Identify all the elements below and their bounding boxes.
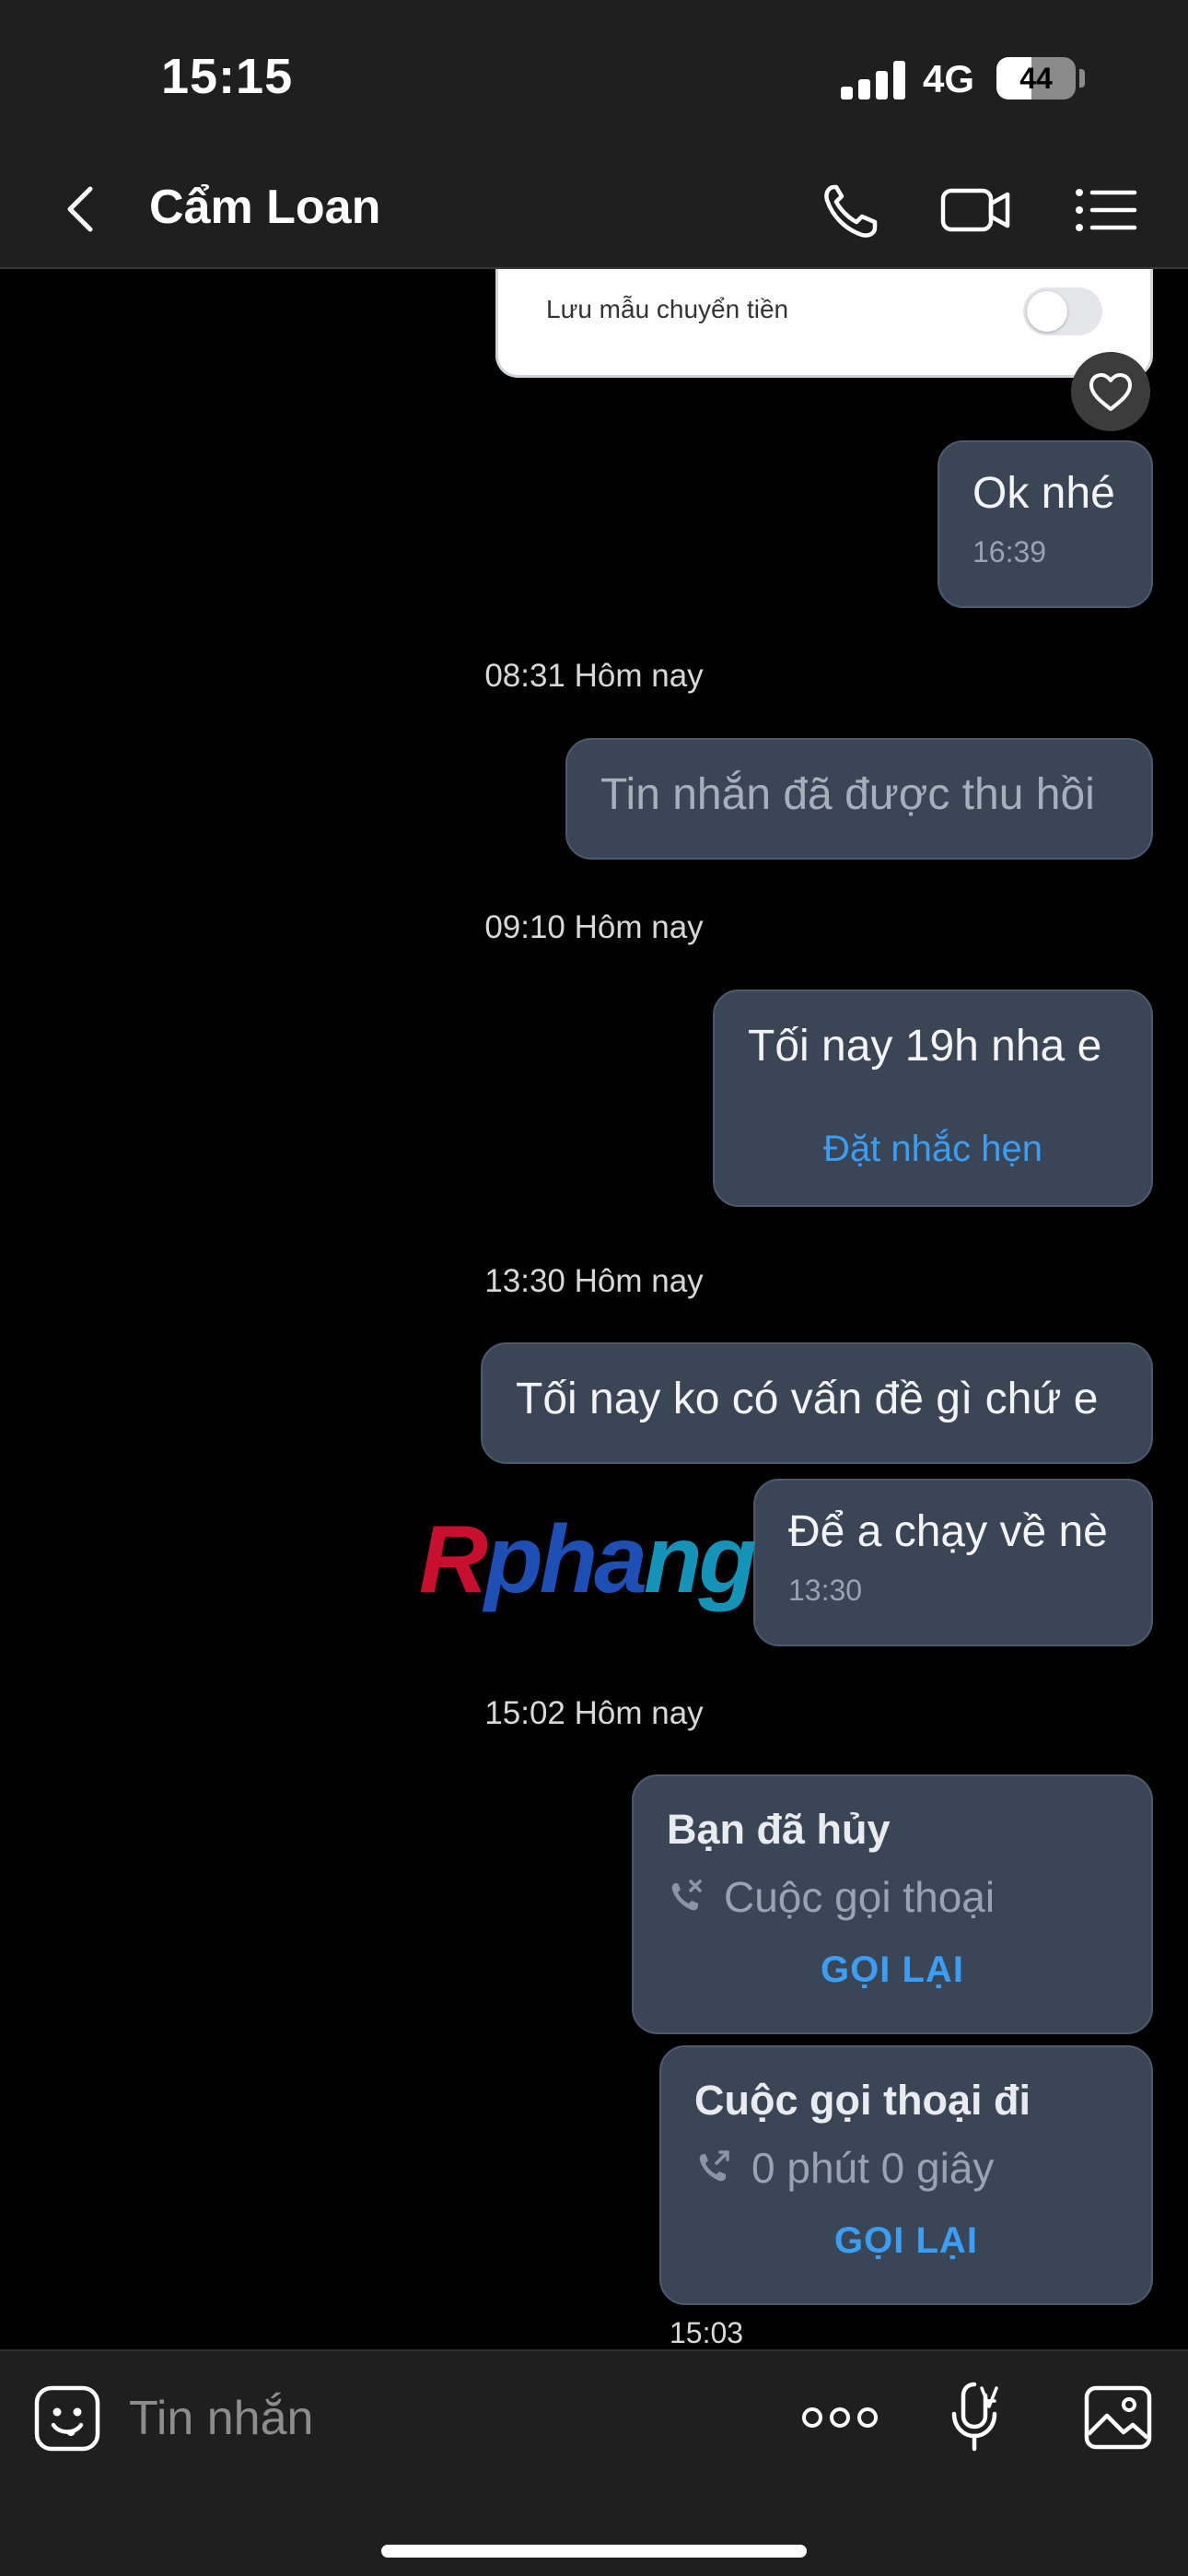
- image-icon[interactable]: [1083, 2383, 1153, 2453]
- outgoing-call-card[interactable]: Cuộc gọi thoại đi 0 phút 0 giây GỌI LẠI: [659, 2045, 1153, 2305]
- set-reminder-link[interactable]: Đặt nhắc hẹn: [748, 1129, 1118, 1170]
- date-separator: 09:10 Hôm nay: [484, 909, 704, 945]
- transfer-card: Lưu mẫu chuyển tiền: [495, 269, 1153, 378]
- more-icon[interactable]: [801, 2399, 879, 2436]
- date-separator: 15:02 Hôm nay: [484, 1695, 704, 1731]
- network-type: 4G: [923, 57, 975, 100]
- call-type-text: Cuộc gọi thoại: [724, 1873, 996, 1921]
- toggle-knob: [1027, 291, 1067, 332]
- status-time: 15:15: [161, 49, 294, 104]
- recalled-message-bubble[interactable]: Tin nhắn đã được thu hồi: [565, 738, 1153, 860]
- phone-icon[interactable]: [814, 180, 888, 240]
- menu-list-icon[interactable]: [1070, 180, 1144, 240]
- watermark-logo: Rphang: [419, 1505, 757, 1615]
- save-template-toggle[interactable]: [1023, 287, 1102, 335]
- home-indicator[interactable]: [381, 2545, 807, 2558]
- signal-strength-icon: [841, 61, 905, 100]
- chat-messages[interactable]: Lưu mẫu chuyển tiền Ok nhé 16:39 08:31 H…: [0, 269, 1188, 2349]
- message-bubble[interactable]: Để a chạy về nè 13:30: [753, 1479, 1153, 1646]
- battery-icon: 44: [996, 57, 1076, 100]
- cancelled-call-card[interactable]: Bạn đã hủy Cuộc gọi thoại GỌI LẠI: [632, 1774, 1153, 2034]
- message-time: 13:30: [788, 1574, 863, 1607]
- date-separator: 13:30 Hôm nay: [484, 1263, 704, 1299]
- emoji-icon[interactable]: [33, 2384, 101, 2453]
- message-text: Tối nay ko có vấn đề gì chứ e: [516, 1375, 1099, 1423]
- call-back-button[interactable]: GỌI LẠI: [694, 2220, 1118, 2262]
- message-bubble[interactable]: Ok nhé 16:39: [938, 440, 1153, 608]
- call-duration-text: 0 phút 0 giây: [751, 2144, 995, 2192]
- chat-header: Cẩm Loan: [0, 152, 1188, 269]
- video-call-icon[interactable]: [939, 180, 1013, 240]
- date-separator: 08:31 Hôm nay: [484, 658, 704, 694]
- battery-tip: [1079, 69, 1085, 88]
- watermark-part: pha: [484, 1506, 647, 1613]
- back-icon[interactable]: [53, 180, 109, 239]
- call-time: 15:03: [670, 2316, 744, 2349]
- message-input-bar: [0, 2349, 1188, 2576]
- call-subtitle: 0 phút 0 giây: [694, 2143, 1118, 2193]
- heart-reaction-icon[interactable]: [1071, 352, 1150, 431]
- message-text: Để a chạy về nè: [788, 1507, 1108, 1556]
- watermark-part: R: [419, 1506, 488, 1613]
- message-bubble[interactable]: Tối nay 19h nha e Đặt nhắc hẹn: [713, 989, 1153, 1207]
- call-title: Cuộc gọi thoại đi: [694, 2077, 1031, 2124]
- message-bubble[interactable]: Tối nay ko có vấn đề gì chứ e: [481, 1342, 1153, 1464]
- call-title: Bạn đã hủy: [667, 1806, 891, 1853]
- mic-icon[interactable]: [941, 2379, 1007, 2456]
- outgoing-call-icon: [699, 2150, 729, 2182]
- status-bar: 15:15 4G 44: [0, 0, 1188, 152]
- call-back-button[interactable]: GỌI LẠI: [667, 1950, 1118, 1991]
- message-input[interactable]: [129, 2377, 774, 2460]
- message-text: Ok nhé: [973, 469, 1115, 518]
- message-text: Tối nay 19h nha e: [748, 1022, 1102, 1071]
- battery-percent: 44: [1019, 62, 1053, 95]
- recalled-message-text: Tin nhắn đã được thu hồi: [600, 770, 1095, 819]
- watermark-part: ng: [644, 1506, 757, 1613]
- call-subtitle: Cuộc gọi thoại: [667, 1872, 1118, 1922]
- message-time: 16:39: [973, 535, 1047, 568]
- contact-name[interactable]: Cẩm Loan: [149, 180, 380, 235]
- transfer-template-label: Lưu mẫu chuyển tiền: [546, 295, 789, 323]
- missed-call-icon: [671, 1879, 702, 1911]
